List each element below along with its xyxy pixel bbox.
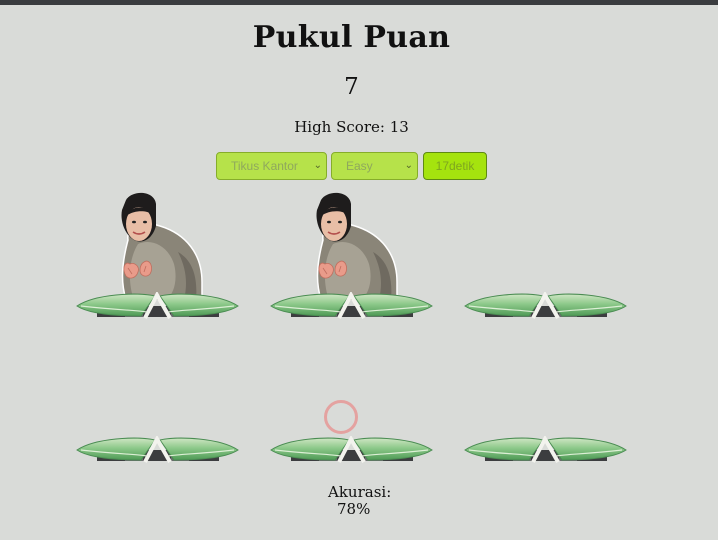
character-select-value: Tikus Kantor [231,159,298,173]
mole-hole-2[interactable] [269,292,434,322]
hammer-cursor-ring [324,400,358,434]
accuracy-value: 78% [337,500,371,518]
accuracy-label: Akurasi: [328,483,392,501]
mole-hole-6[interactable] [463,436,628,466]
mole-character[interactable] [108,190,206,300]
game-title: Pukul Puan [252,20,451,55]
mole-hole-5[interactable] [269,436,434,466]
mole-character[interactable] [303,190,401,300]
mole-hole-3[interactable] [463,292,628,322]
window-top-bar [0,0,718,5]
mole-hole-4[interactable] [75,436,240,466]
mole-hole-1[interactable] [75,292,240,322]
accuracy-display: Akurasi: 78% [328,484,391,518]
difficulty-select-value: Easy [346,159,373,173]
chevron-down-icon: ⌄ [404,160,413,171]
timer-button[interactable]: 17detik [423,152,487,180]
difficulty-select[interactable]: Easy ⌄ [331,152,418,180]
current-score: 7 [344,74,359,100]
high-score-value: 13 [389,118,409,136]
high-score-label: High Score: [294,118,385,136]
character-select[interactable]: Tikus Kantor ⌄ [216,152,327,180]
chevron-down-icon: ⌄ [313,160,322,171]
high-score: High Score: 13 [0,118,703,136]
